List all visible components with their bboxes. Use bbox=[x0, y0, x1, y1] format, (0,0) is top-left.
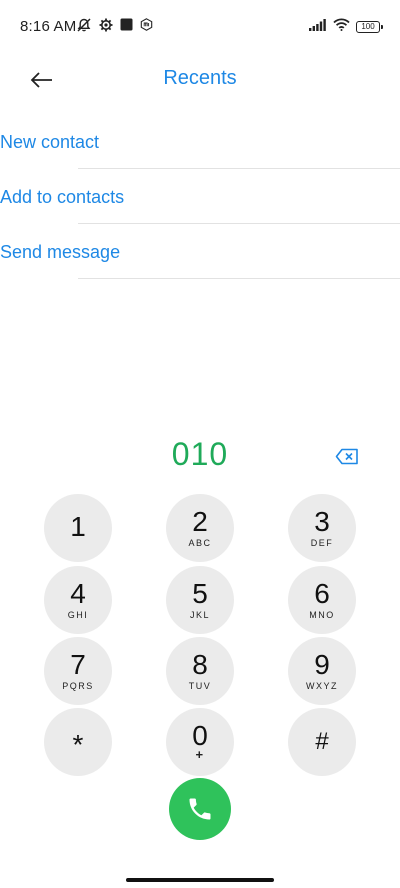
key-digit: 4 bbox=[70, 578, 86, 609]
key-1[interactable]: 1 bbox=[44, 494, 112, 562]
key-digit: 9 bbox=[314, 649, 330, 680]
call-button[interactable] bbox=[169, 778, 231, 840]
new-contact-item[interactable]: New contact bbox=[0, 114, 400, 169]
add-to-contacts-item[interactable]: Add to contacts bbox=[0, 169, 400, 224]
wifi-icon bbox=[333, 18, 350, 36]
battery-icon: 100 bbox=[356, 21, 383, 33]
divider bbox=[78, 278, 400, 279]
key-digit: # bbox=[315, 728, 329, 755]
key-6[interactable]: 6 MNO bbox=[288, 566, 356, 634]
key-2[interactable]: 2 ABC bbox=[166, 494, 234, 562]
key-digit: 2 bbox=[192, 506, 208, 537]
add-to-contacts-label: Add to contacts bbox=[0, 187, 125, 207]
key-8[interactable]: 8 TUV bbox=[166, 637, 234, 705]
key-digit: 7 bbox=[70, 649, 86, 680]
key-7[interactable]: 7 PQRS bbox=[44, 637, 112, 705]
dialer-screen: 8:16 AM 100 Recents New contact Add to c… bbox=[0, 0, 400, 888]
key-digit: 0 bbox=[192, 720, 208, 751]
key-digit: 5 bbox=[192, 578, 208, 609]
key-4[interactable]: 4 GHI bbox=[44, 566, 112, 634]
key-letters: PQRS bbox=[62, 681, 94, 691]
home-indicator bbox=[126, 878, 274, 882]
status-time: 8:16 AM bbox=[20, 18, 77, 35]
status-right-icons: 100 bbox=[309, 18, 383, 36]
key-0[interactable]: 0 + bbox=[166, 708, 234, 776]
key-digit: 1 bbox=[70, 511, 86, 542]
key-letters: + bbox=[195, 747, 205, 762]
key-letters: DEF bbox=[310, 538, 334, 548]
backspace-button[interactable] bbox=[334, 446, 360, 466]
action-list: New contact Add to contacts Send message bbox=[0, 114, 400, 279]
key-digit: 6 bbox=[314, 578, 330, 609]
page-title: Recents bbox=[163, 67, 237, 89]
new-contact-label: New contact bbox=[0, 132, 100, 152]
key-letters: JKL bbox=[189, 610, 210, 620]
header: Recents bbox=[0, 56, 400, 104]
status-bar: 8:16 AM 100 bbox=[0, 0, 400, 56]
backspace-icon bbox=[335, 448, 358, 464]
key-letters: TUV bbox=[188, 681, 212, 691]
key-letters: GHI bbox=[67, 610, 89, 620]
mi-icon bbox=[140, 18, 153, 36]
key-hash[interactable]: # bbox=[288, 708, 356, 776]
key-3[interactable]: 3 DEF bbox=[288, 494, 356, 562]
key-9[interactable]: 9 WXYZ bbox=[288, 637, 356, 705]
square-icon bbox=[120, 18, 133, 36]
send-message-label: Send message bbox=[0, 242, 121, 262]
key-digit: 8 bbox=[192, 649, 208, 680]
key-letters: WXYZ bbox=[306, 681, 338, 691]
settings-gear-icon bbox=[99, 18, 113, 37]
key-digit: 3 bbox=[314, 506, 330, 537]
key-5[interactable]: 5 JKL bbox=[166, 566, 234, 634]
key-digit: * bbox=[72, 729, 84, 760]
phone-icon bbox=[189, 798, 211, 820]
key-letters: MNO bbox=[309, 610, 335, 620]
send-message-item[interactable]: Send message bbox=[0, 224, 400, 279]
signal-icon bbox=[309, 18, 327, 36]
notifications-off-icon bbox=[76, 17, 92, 38]
status-left-icons bbox=[76, 17, 153, 38]
key-letters: ABC bbox=[188, 538, 212, 548]
key-star[interactable]: * bbox=[44, 708, 112, 776]
